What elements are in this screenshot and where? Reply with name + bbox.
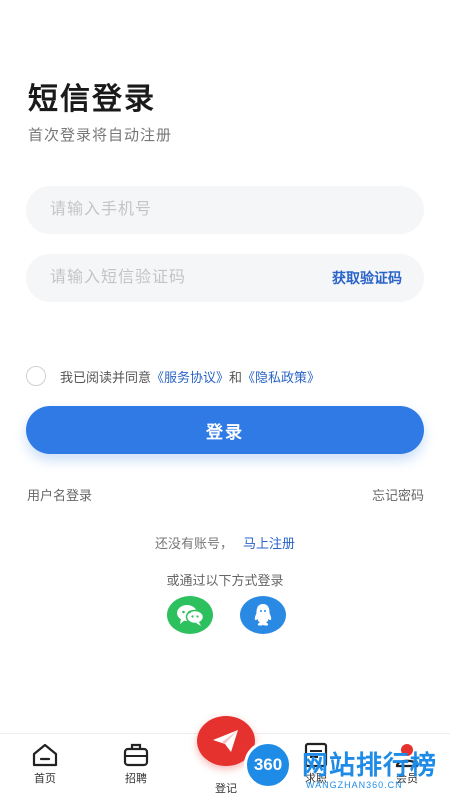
agreement-text: 我已阅读并同意 xyxy=(60,369,152,385)
register-prompt: 还没有账号， xyxy=(154,536,233,551)
other-login-label: 或通过以下方式登录 xyxy=(166,573,284,588)
home-icon xyxy=(32,743,58,767)
agreement-and-text: 和 xyxy=(229,369,243,385)
briefcase-icon xyxy=(123,743,149,767)
wechat-login-button[interactable] xyxy=(167,596,213,634)
get-code-button[interactable]: 获取验证码 xyxy=(332,254,402,302)
watermark: 360 网站排行榜 WANGZHAN360.CN xyxy=(240,735,450,800)
register-row: 还没有账号， 马上注册 xyxy=(0,533,450,552)
privacy-policy-link[interactable]: 《隐私政策》 xyxy=(242,367,320,386)
watermark-url: WANGZHAN360.CN xyxy=(306,780,403,790)
sms-code-input[interactable] xyxy=(50,254,310,302)
page-subtitle: 首次登录将自动注册 xyxy=(28,127,173,144)
sms-code-field[interactable]: 获取验证码 xyxy=(26,254,424,302)
phone-field[interactable] xyxy=(26,186,424,234)
page-title: 短信登录 xyxy=(28,83,156,116)
paper-plane-icon xyxy=(213,730,238,752)
watermark-text: 网站排行榜 xyxy=(302,750,438,780)
wechat-icon xyxy=(177,605,205,626)
tab-jobs-label: 招聘 xyxy=(125,773,147,785)
service-agreement-link[interactable]: 《服务协议》 xyxy=(151,367,229,386)
phone-input[interactable] xyxy=(50,186,310,234)
tab-jobs[interactable]: 招聘 xyxy=(106,742,166,786)
login-button[interactable]: 登录 xyxy=(26,406,424,454)
username-login-link[interactable]: 用户名登录 xyxy=(27,485,92,504)
register-link[interactable]: 马上注册 xyxy=(243,536,295,551)
watermark-badge: 360 xyxy=(244,741,292,789)
qq-login-button[interactable] xyxy=(240,596,286,634)
agreement-checkbox[interactable] xyxy=(26,366,46,386)
tab-home-label: 首页 xyxy=(34,773,56,785)
tab-home[interactable]: 首页 xyxy=(15,742,75,786)
qq-icon xyxy=(254,604,272,626)
forgot-password-link[interactable]: 忘记密码 xyxy=(372,485,424,504)
agreement-row: 我已阅读并同意 《服务协议》 和 《隐私政策》 xyxy=(26,366,320,386)
